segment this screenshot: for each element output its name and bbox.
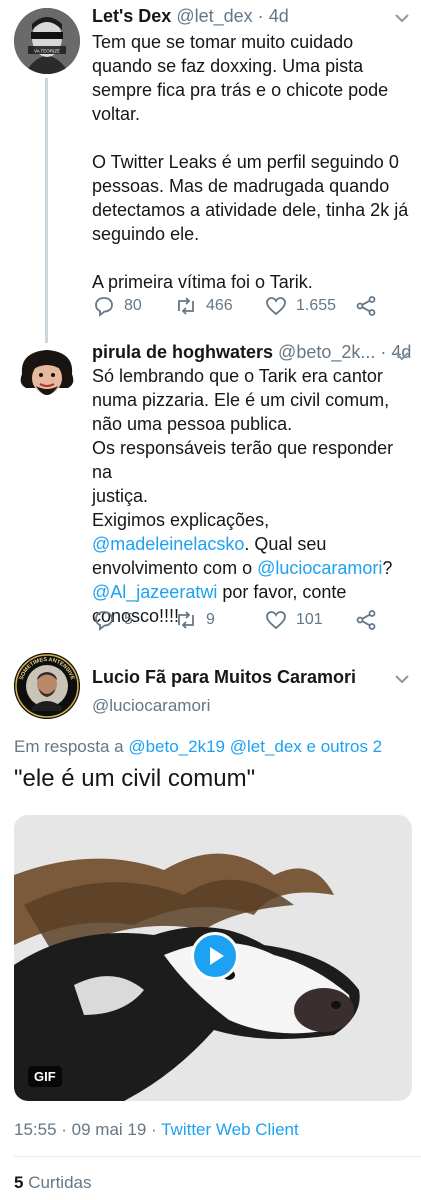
gif-badge: GIF [28, 1066, 62, 1087]
chevron-down-icon[interactable] [395, 348, 409, 364]
avatar-caption: VA TEORIZE [34, 49, 60, 54]
chevron-down-icon[interactable] [395, 10, 409, 26]
text-line: @Al_jazeeratwi por favor, conte [92, 580, 412, 604]
text-line: seguindo ele. [92, 224, 200, 244]
tweet-text: "ele é um civil comum" [14, 765, 256, 792]
like-button[interactable]: 101 [264, 608, 323, 632]
gif-media[interactable]: GIF [14, 815, 412, 1101]
tweet-text: Só lembrando que o Tarik era cantor numa… [92, 364, 412, 628]
user-handle[interactable]: @let_dex [176, 6, 252, 26]
tweet-2[interactable]: pirula de hoghwaters @beto_2k... · 4d Só… [0, 340, 421, 640]
text-line [92, 246, 412, 270]
retweet-icon [178, 611, 194, 629]
text-line: detectamos a atividade dele, tinha 2k já [92, 200, 409, 220]
share-icon [356, 296, 376, 316]
chevron-down-icon[interactable] [395, 671, 409, 687]
text-line [92, 126, 412, 150]
tweet-1[interactable]: VA TEORIZE Let's Dex @let_dex · 4d Tem q… [0, 0, 421, 330]
text-line: Os responsáveis terão que responder na [92, 438, 394, 482]
display-name[interactable]: pirula de hoghwaters [92, 342, 273, 362]
tweet-time[interactable]: 4d [269, 6, 289, 26]
text-line: justiça. [92, 486, 149, 506]
text-line: voltar. [92, 104, 141, 124]
text-line: O Twitter Leaks é um perfil seguindo 0 [92, 152, 399, 172]
display-name[interactable]: Let's Dex [92, 6, 171, 26]
retweet-count: 9 [206, 611, 215, 628]
avatar-pirula-image [14, 344, 80, 410]
play-icon [210, 947, 224, 965]
like-count: 1.655 [296, 297, 337, 314]
user-handle[interactable]: @beto_2k... [278, 342, 375, 362]
reply-button[interactable]: 80 [92, 294, 142, 318]
heart-icon [266, 297, 286, 316]
divider [14, 1156, 421, 1157]
heart-icon [266, 611, 286, 630]
reply-count: 80 [124, 297, 142, 314]
text-line: Tem que se tomar muito cuidado [92, 32, 354, 52]
share-button[interactable] [354, 608, 378, 632]
retweet-count: 466 [206, 297, 233, 314]
text-line: sempre fica pra trás e o chicote pode [92, 80, 389, 100]
reply-prefix: Em resposta a [14, 737, 129, 756]
separator-dot: · [257, 6, 264, 26]
text-fragment: . Qual seu [244, 534, 327, 554]
tweet-header: Let's Dex @let_dex · 4d [92, 6, 289, 27]
text-line: @madeleinelacsko. Qual seu [92, 532, 412, 556]
client-link[interactable]: Twitter Web Client [161, 1120, 299, 1139]
others-link[interactable]: e outros 2 [302, 737, 383, 756]
reply-count: 5 [124, 611, 133, 628]
text-line: envolvimento com o @luciocaramori? [92, 556, 412, 580]
tweet-time[interactable]: 15:55 · 09 mai 19 · [14, 1120, 161, 1139]
avatar-lucio-image: SOMETIMES ANTENSIVE [14, 653, 80, 719]
text-line: numa pizzaria. Ele é um civil comum, [92, 390, 390, 410]
user-handle[interactable]: @luciocaramori [92, 696, 210, 716]
text-fragment: envolvimento com o [92, 558, 258, 578]
avatar[interactable] [14, 344, 80, 410]
text-line: pessoas. Mas de madrugada quando [92, 176, 390, 196]
reply-icon [95, 297, 113, 317]
reply-button[interactable]: 5 [92, 608, 133, 632]
likes-label: Curtidas [23, 1173, 92, 1192]
tweet-actions: 80 466 1.655 [92, 294, 392, 318]
display-name[interactable]: Lucio Fã para Muitos Caramori [92, 667, 356, 688]
text-line: quando se faz doxxing. Uma pista [92, 56, 364, 76]
mention-link[interactable]: @beto_2k19 [128, 737, 225, 756]
reply-context: Em resposta a @beto_2k19 @let_dex e outr… [14, 737, 382, 757]
like-count: 101 [296, 611, 323, 628]
text-line: Exigimos explicações, [92, 510, 270, 530]
mention-link[interactable]: @madeleinelacsko [92, 534, 244, 554]
mention-link[interactable]: @Al_jazeeratwi [92, 582, 217, 602]
play-button[interactable] [191, 932, 239, 980]
tweet-actions: 5 9 101 [92, 608, 392, 632]
text-line: A primeira vítima foi o Tarik. [92, 272, 313, 292]
mention-link[interactable]: @let_dex [230, 737, 302, 756]
retweet-button[interactable]: 466 [174, 294, 233, 318]
share-button[interactable] [354, 294, 378, 318]
separator-dot: · [380, 342, 387, 362]
tweet-text: Tem que se tomar muito cuidado quando se… [92, 30, 412, 294]
retweet-button[interactable]: 9 [174, 608, 215, 632]
avatar-dex-image: VA TEORIZE [14, 8, 80, 74]
text-line: não uma pessoa publica. [92, 414, 293, 434]
share-icon [356, 610, 376, 630]
text-line: Só lembrando que o Tarik era cantor [92, 366, 383, 386]
retweet-icon [178, 297, 194, 315]
avatar[interactable]: SOMETIMES ANTENSIVE [14, 653, 80, 719]
text-fragment: ? [382, 558, 393, 578]
likes-summary[interactable]: 5 Curtidas [14, 1173, 92, 1193]
avatar[interactable]: VA TEORIZE [14, 8, 80, 74]
tweet-header: pirula de hoghwaters @beto_2k... · 4d [92, 342, 411, 363]
like-button[interactable]: 1.655 [264, 294, 336, 318]
mention-link[interactable]: @luciocaramori [257, 558, 382, 578]
reply-icon [95, 611, 113, 631]
tweet-timestamp: 15:55 · 09 mai 19 · Twitter Web Client [14, 1120, 299, 1140]
text-fragment: por favor, conte [217, 582, 347, 602]
